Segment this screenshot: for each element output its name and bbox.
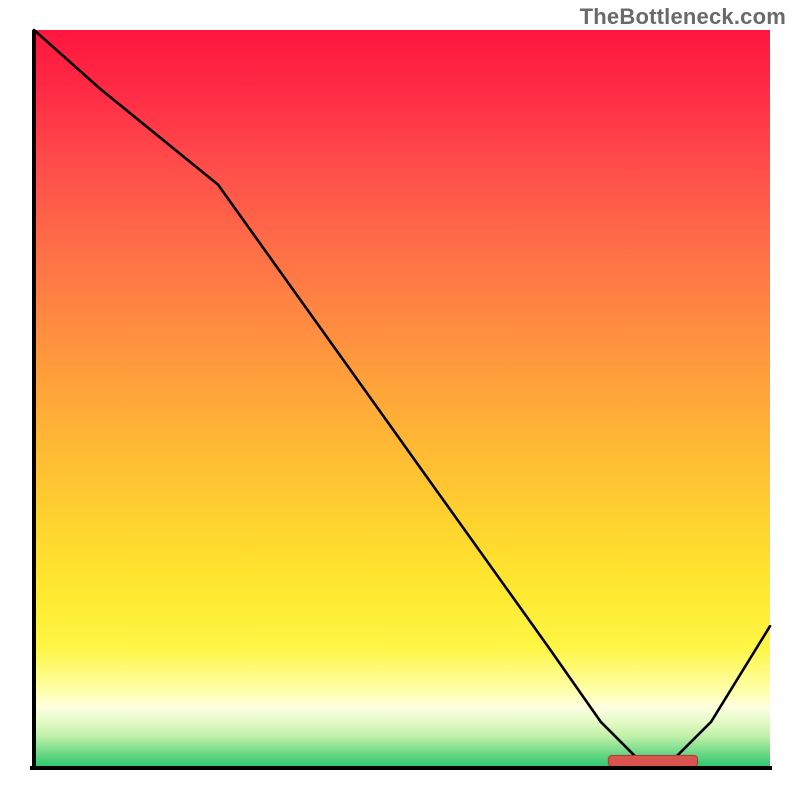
bottleneck-curve (34, 30, 770, 759)
chart-container: TheBottleneck.com (0, 0, 800, 800)
y-axis (32, 30, 36, 770)
plot-area (34, 30, 770, 766)
x-axis (30, 766, 772, 770)
curve-layer (34, 30, 770, 766)
watermark-text: TheBottleneck.com (580, 4, 786, 30)
